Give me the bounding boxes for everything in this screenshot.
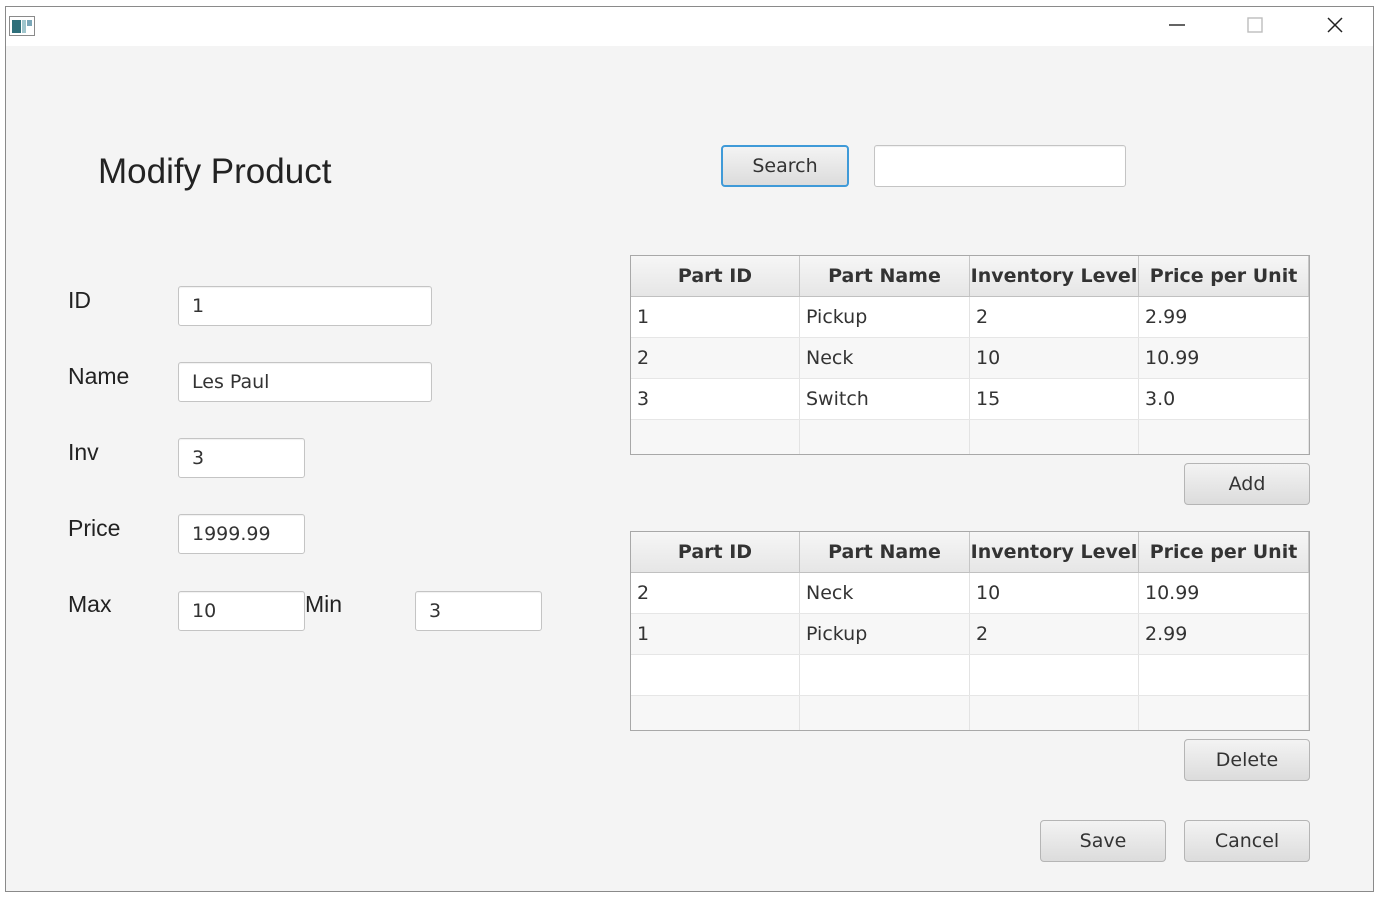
inv-label: Inv [68,439,99,465]
empty-table-row [631,420,1309,454]
app-icon [9,16,35,36]
cell-part-id: 3 [631,379,800,419]
empty-cell [970,420,1139,454]
column-header-part-name[interactable]: Part Name [800,532,970,572]
inv-field[interactable] [178,438,305,478]
price-label: Price [68,515,121,541]
content-area: Modify Product ID Name Inv Price Max Min… [6,46,1373,893]
search-input[interactable] [874,145,1126,187]
empty-cell [1139,655,1309,695]
maximize-button[interactable] [1216,7,1294,46]
empty-cell [631,420,800,454]
maximize-icon [1246,16,1264,38]
cell-inventory-level: 2 [970,297,1139,337]
cell-inventory-level: 10 [970,338,1139,378]
cell-part-name: Pickup [800,614,970,654]
column-header-inventory-level[interactable]: Inventory Level [970,256,1139,296]
column-header-part-id[interactable]: Part ID [631,256,800,296]
cell-part-name: Switch [800,379,970,419]
modify-product-window: Modify Product ID Name Inv Price Max Min… [5,6,1374,892]
cell-price-per-unit: 2.99 [1139,614,1309,654]
save-button[interactable]: Save [1040,820,1166,862]
id-label: ID [68,287,91,313]
page-title: Modify Product [98,152,332,191]
search-button[interactable]: Search [721,145,849,187]
cell-part-id: 1 [631,614,800,654]
cell-part-id: 2 [631,573,800,613]
cancel-button[interactable]: Cancel [1184,820,1310,862]
table-row[interactable]: 2 Neck 10 10.99 [631,573,1309,614]
column-header-price-per-unit[interactable]: Price per Unit [1139,256,1309,296]
max-label: Max [68,591,112,617]
name-field[interactable] [178,362,432,402]
min-label: Min [305,591,343,617]
empty-cell [631,655,800,695]
empty-table-row [631,655,1309,696]
minimize-icon [1168,16,1186,38]
empty-cell [970,696,1139,730]
empty-cell [1139,696,1309,730]
empty-table-row [631,696,1309,730]
empty-cell [970,655,1139,695]
close-button[interactable] [1296,7,1374,46]
cell-part-name: Neck [800,573,970,613]
cell-price-per-unit: 10.99 [1139,338,1309,378]
name-label: Name [68,363,130,389]
price-field[interactable] [178,514,305,554]
min-field[interactable] [415,591,542,631]
empty-cell [1139,420,1309,454]
column-header-price-per-unit[interactable]: Price per Unit [1139,532,1309,572]
cell-inventory-level: 10 [970,573,1139,613]
associated-parts-table: Part ID Part Name Inventory Level Price … [630,531,1310,731]
parts-table: Part ID Part Name Inventory Level Price … [630,255,1310,455]
cell-price-per-unit: 10.99 [1139,573,1309,613]
close-icon [1326,16,1344,38]
empty-cell [631,696,800,730]
table-row[interactable]: 1 Pickup 2 2.99 [631,297,1309,338]
column-header-inventory-level[interactable]: Inventory Level [970,532,1139,572]
associated-parts-table-header: Part ID Part Name Inventory Level Price … [631,532,1309,573]
table-row[interactable]: 1 Pickup 2 2.99 [631,614,1309,655]
column-header-part-id[interactable]: Part ID [631,532,800,572]
id-field[interactable] [178,286,432,326]
add-button[interactable]: Add [1184,463,1310,505]
delete-button[interactable]: Delete [1184,739,1310,781]
empty-cell [800,696,970,730]
cell-price-per-unit: 3.0 [1139,379,1309,419]
cell-part-id: 2 [631,338,800,378]
cell-price-per-unit: 2.99 [1139,297,1309,337]
parts-table-header: Part ID Part Name Inventory Level Price … [631,256,1309,297]
cell-part-id: 1 [631,297,800,337]
max-field[interactable] [178,591,305,631]
column-header-part-name[interactable]: Part Name [800,256,970,296]
minimize-button[interactable] [1138,7,1216,46]
cell-part-name: Neck [800,338,970,378]
empty-cell [800,420,970,454]
table-row[interactable]: 3 Switch 15 3.0 [631,379,1309,420]
empty-cell [800,655,970,695]
table-row[interactable]: 2 Neck 10 10.99 [631,338,1309,379]
title-bar [6,7,1373,46]
cell-inventory-level: 2 [970,614,1139,654]
cell-part-name: Pickup [800,297,970,337]
cell-inventory-level: 15 [970,379,1139,419]
